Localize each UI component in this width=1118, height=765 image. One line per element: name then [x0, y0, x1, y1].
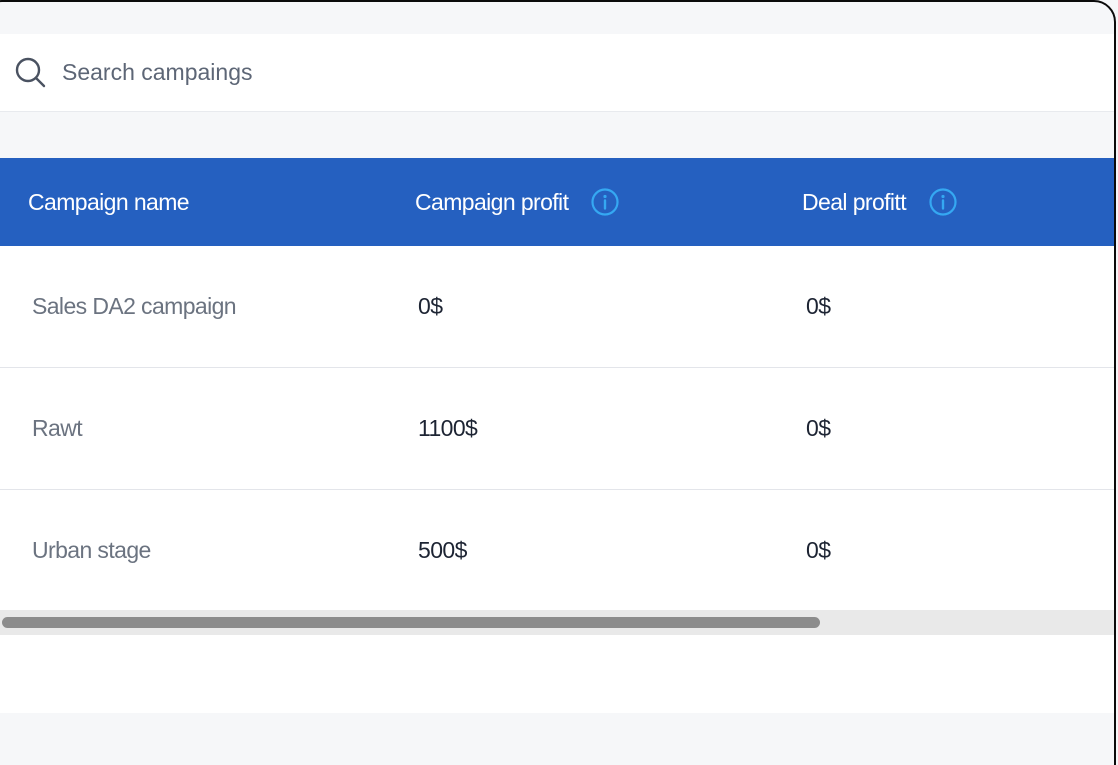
column-header-label: Campaign name — [28, 188, 190, 215]
deal-profit-cell: 0$ — [806, 537, 831, 563]
info-icon[interactable] — [928, 187, 958, 217]
column-header-label: Deal profitt — [802, 188, 907, 215]
table-row[interactable]: Rawt 1100$ 0$ — [0, 368, 1115, 490]
search-input[interactable] — [62, 56, 662, 88]
search-bar — [0, 34, 1115, 112]
search-icon[interactable] — [14, 56, 46, 88]
campaigns-table: Campaign name Campaign profit Deal profi… — [0, 158, 1115, 611]
app-frame: Campaign name Campaign profit Deal profi… — [0, 0, 1118, 765]
campaign-name-cell: Urban stage — [32, 537, 151, 563]
scrollbar-thumb[interactable] — [2, 617, 820, 628]
campaign-profit-cell: 1100$ — [418, 415, 478, 441]
deal-profit-cell: 0$ — [806, 415, 831, 441]
deal-profit-cell: 0$ — [806, 293, 831, 319]
campaign-profit-cell: 0$ — [418, 293, 443, 319]
column-header-campaign-profit[interactable]: Campaign profit — [415, 158, 620, 246]
horizontal-scrollbar[interactable] — [0, 610, 1115, 635]
table-header: Campaign name Campaign profit Deal profi… — [0, 158, 1115, 246]
campaign-name-cell: Rawt — [32, 415, 83, 441]
column-header-deal-profit[interactable]: Deal profitt — [802, 158, 958, 246]
table-row[interactable]: Urban stage 500$ 0$ — [0, 490, 1115, 611]
column-header-label: Campaign profit — [415, 188, 569, 215]
column-header-campaign-name[interactable]: Campaign name — [28, 158, 190, 246]
campaign-profit-cell: 500$ — [418, 537, 467, 563]
campaign-name-cell: Sales DA2 campaign — [32, 293, 237, 319]
info-icon[interactable] — [590, 187, 620, 217]
table-row[interactable]: Sales DA2 campaign 0$ 0$ — [0, 246, 1115, 368]
table-footer-area — [0, 635, 1115, 713]
